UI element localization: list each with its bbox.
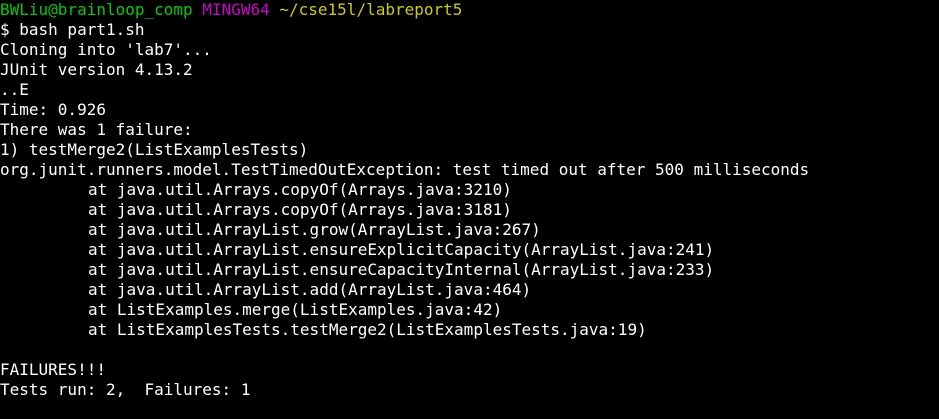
prompt-system: MINGW64 <box>202 0 270 19</box>
output-time: Time: 0.926 <box>0 100 106 119</box>
stack-trace-line: at java.util.ArrayList.ensureExplicitCap… <box>88 240 715 259</box>
prompt-user-host: BWLiu@brainloop_comp <box>0 0 193 19</box>
output-failure-header: 1) testMerge2(ListExamplesTests) <box>0 140 309 159</box>
stack-trace-line: at java.util.ArrayList.add(ArrayList.jav… <box>88 280 532 299</box>
stack-trace-line: at java.util.Arrays.copyOf(Arrays.java:3… <box>88 180 512 199</box>
output-junit-version: JUnit version 4.13.2 <box>0 60 193 79</box>
stack-trace-line: at java.util.ArrayList.grow(ArrayList.ja… <box>88 220 541 239</box>
output-cloning: Cloning into 'lab7'... <box>0 40 212 59</box>
output-failure-count: There was 1 failure: <box>0 120 193 139</box>
prompt-line: BWLiu@brainloop_comp MINGW64 ~/cse15l/la… <box>0 0 939 20</box>
output-failures-banner: FAILURES!!! <box>0 360 106 379</box>
command-line: $ bash part1.sh <box>0 20 145 39</box>
stack-trace-line: at java.util.Arrays.copyOf(Arrays.java:3… <box>88 200 512 219</box>
prompt-path: ~/cse15l/labreport5 <box>279 0 463 19</box>
stack-trace-line: at java.util.ArrayList.ensureCapacityInt… <box>88 260 715 279</box>
output-exception: org.junit.runners.model.TestTimedOutExce… <box>0 160 810 179</box>
stack-trace-line: at ListExamplesTests.testMerge2(ListExam… <box>88 320 647 339</box>
terminal-window[interactable]: BWLiu@brainloop_comp MINGW64 ~/cse15l/la… <box>0 0 939 419</box>
output-summary: Tests run: 2, Failures: 1 <box>0 380 251 399</box>
output-progress: ..E <box>0 80 29 99</box>
stack-trace-line: at ListExamples.merge(ListExamples.java:… <box>88 300 503 319</box>
